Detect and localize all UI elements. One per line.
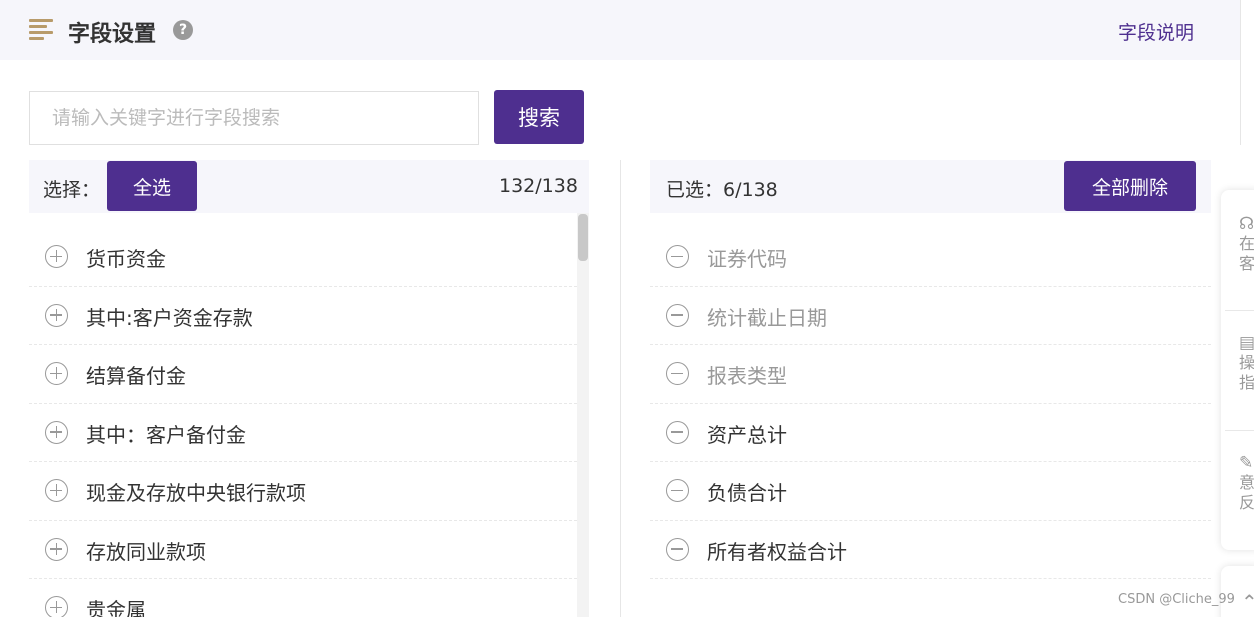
- remove-circle-icon[interactable]: [666, 537, 689, 561]
- available-field-row[interactable]: 货币资金: [29, 228, 577, 287]
- menu-lines-icon: [29, 19, 53, 40]
- field-label: 所有者权益合计: [707, 539, 847, 564]
- side-divider: [1225, 430, 1254, 431]
- floating-tool-panel: ☊ 在客 ▤ 操指 ✎ 意反: [1221, 190, 1254, 550]
- field-label: 其中：客户备付金: [86, 422, 246, 447]
- delete-all-button[interactable]: 全部删除: [1064, 161, 1196, 211]
- feedback-icon: ✎: [1239, 453, 1254, 473]
- scrollbar-thumb[interactable]: [578, 214, 588, 261]
- available-field-row[interactable]: 存放同业款项: [29, 521, 577, 579]
- select-label: 选择：: [43, 179, 101, 201]
- selected-field-row[interactable]: 报表类型: [650, 345, 1211, 404]
- field-label: 资产总计: [707, 422, 787, 447]
- select-all-button[interactable]: 全选: [107, 161, 197, 211]
- selected-field-row[interactable]: 负债合计: [650, 462, 1211, 521]
- arrow-up-icon: ⌃: [1241, 590, 1254, 614]
- available-field-row[interactable]: 其中:客户资金存款: [29, 287, 577, 345]
- available-field-row[interactable]: 贵金属: [29, 579, 577, 617]
- field-label: 报表类型: [707, 364, 787, 388]
- selected-count-label: 已选：6/138: [666, 179, 778, 201]
- field-label: 结算备付金: [86, 364, 186, 388]
- remove-circle-icon[interactable]: [666, 420, 689, 444]
- remove-circle-icon: [666, 245, 689, 268]
- field-label: 贵金属: [86, 598, 146, 617]
- field-label: 证券代码: [707, 247, 787, 271]
- side-item-label: 在客: [1239, 234, 1254, 273]
- feedback-item[interactable]: ✎ 意反: [1239, 453, 1254, 513]
- remove-circle-icon: [666, 362, 689, 385]
- page-title: 字段设置: [68, 22, 157, 47]
- field-label: 负债合计: [707, 481, 787, 505]
- selected-field-row[interactable]: 统计截止日期: [650, 287, 1211, 345]
- field-label: 存放同业款项: [86, 539, 206, 564]
- field-label: 现金及存放中央银行款项: [86, 481, 306, 505]
- selected-fields-list: 证券代码统计截止日期 报表类型资产总计负债合计所有者权益合计: [650, 228, 1211, 579]
- header-divider: [1240, 0, 1241, 145]
- side-divider: [1225, 310, 1254, 311]
- search-button[interactable]: 搜索: [494, 90, 584, 144]
- field-label: 其中:客户资金存款: [86, 305, 253, 330]
- field-search-input[interactable]: [29, 91, 479, 145]
- add-circle-icon[interactable]: [45, 537, 68, 561]
- field-description-link[interactable]: 字段说明: [1118, 18, 1194, 45]
- add-circle-icon[interactable]: [45, 596, 68, 617]
- add-circle-icon[interactable]: [45, 420, 68, 444]
- scrollbar-track[interactable]: [577, 213, 589, 617]
- selected-field-row[interactable]: 资产总计: [650, 404, 1211, 462]
- selected-field-row[interactable]: 所有者权益合计: [650, 521, 1211, 579]
- available-count: 132/138: [499, 175, 578, 197]
- side-item-label: 操指: [1239, 353, 1254, 392]
- remove-circle-icon[interactable]: [666, 479, 689, 502]
- headset-icon: ☊: [1239, 214, 1254, 234]
- side-item-label: 意反: [1239, 473, 1254, 512]
- panel-divider: [620, 160, 621, 617]
- watermark: CSDN @Cliche_99: [1118, 592, 1235, 607]
- available-field-row[interactable]: 现金及存放中央银行款项: [29, 462, 577, 521]
- available-fields-toolbar: 选择： 全选 132/138: [29, 160, 589, 213]
- add-circle-icon[interactable]: [45, 245, 68, 268]
- add-circle-icon[interactable]: [45, 362, 68, 385]
- online-service-item[interactable]: ☊ 在客: [1239, 214, 1254, 274]
- document-icon: ▤: [1239, 333, 1254, 353]
- field-label: 货币资金: [86, 247, 166, 271]
- remove-circle-icon: [666, 303, 689, 327]
- selected-fields-toolbar: 已选：6/138 全部删除: [650, 160, 1211, 213]
- field-label: 统计截止日期: [707, 305, 827, 330]
- selected-field-row[interactable]: 证券代码: [650, 228, 1211, 287]
- user-guide-item[interactable]: ▤ 操指: [1239, 333, 1254, 393]
- add-circle-icon[interactable]: [45, 303, 68, 327]
- add-circle-icon[interactable]: [45, 479, 68, 502]
- available-field-row[interactable]: 其中：客户备付金: [29, 404, 577, 462]
- help-icon[interactable]: ?: [173, 20, 193, 40]
- available-fields-list: 货币资金其中:客户资金存款 结算备付金其中：客户备付金现金及存放中央银行款项 存放同…: [29, 228, 577, 617]
- page-header: 字段设置 ? 字段说明: [0, 0, 1240, 60]
- available-field-row[interactable]: 结算备付金: [29, 345, 577, 404]
